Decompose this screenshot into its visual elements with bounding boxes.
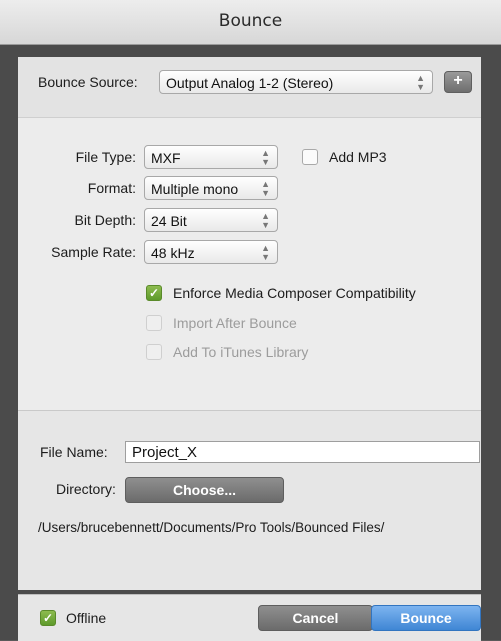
offline-checkbox[interactable]: ✓ (40, 610, 56, 626)
bounce-source-select[interactable]: Output Analog 1-2 (Stereo) ▲ ▼ (159, 70, 433, 94)
footer-bar: ✓ Offline Cancel Bounce (18, 594, 481, 641)
add-to-itunes-label: Add To iTunes Library (173, 344, 309, 360)
title-bar[interactable]: Bounce (0, 0, 501, 45)
choose-directory-button[interactable]: Choose... (125, 477, 284, 503)
output-panel: File Name: Project_X Directory: Choose..… (18, 410, 481, 590)
format-select[interactable]: Multiple mono ▲ ▼ (144, 176, 278, 200)
bounce-dialog: Bounce Bounce Source: Output Analog 1-2 … (0, 0, 501, 641)
format-value: Multiple mono (151, 181, 239, 197)
dropdown-arrow-icon: ▲ ▼ (261, 243, 270, 262)
file-type-select[interactable]: MXF ▲ ▼ (144, 145, 278, 169)
dropdown-arrow-icon: ▲ ▼ (416, 73, 425, 92)
file-name-value: Project_X (132, 444, 198, 461)
add-mp3-checkbox[interactable] (302, 149, 318, 165)
directory-path: /Users/brucebennett/Documents/Pro Tools/… (38, 520, 385, 535)
checkmark-icon: ✓ (148, 286, 160, 300)
bit-depth-label: Bit Depth: (74, 212, 136, 228)
sample-rate-select[interactable]: 48 kHz ▲ ▼ (144, 240, 278, 264)
import-after-bounce-label: Import After Bounce (173, 315, 297, 331)
dropdown-arrow-icon: ▲ ▼ (261, 148, 270, 167)
file-name-input[interactable]: Project_X (125, 441, 480, 463)
enforce-compatibility-label: Enforce Media Composer Compatibility (173, 285, 416, 301)
bit-depth-select[interactable]: 24 Bit ▲ ▼ (144, 208, 278, 232)
file-name-label: File Name: (40, 444, 108, 460)
bit-depth-value: 24 Bit (151, 213, 187, 229)
checkmark-icon: ✓ (42, 611, 54, 625)
offline-label: Offline (66, 610, 107, 626)
window-title: Bounce (218, 11, 283, 31)
sample-rate-value: 48 kHz (151, 245, 195, 261)
bounce-button[interactable]: Bounce (371, 605, 481, 631)
bounce-source-value: Output Analog 1-2 (Stereo) (166, 75, 334, 91)
add-mp3-label: Add MP3 (329, 149, 387, 165)
file-type-value: MXF (151, 150, 181, 166)
dropdown-arrow-icon: ▲ ▼ (261, 179, 270, 198)
source-panel: Bounce Source: Output Analog 1-2 (Stereo… (18, 57, 481, 117)
add-source-button[interactable]: + (444, 71, 472, 93)
format-label: Format: (87, 180, 136, 196)
enforce-compatibility-checkbox[interactable]: ✓ (146, 285, 162, 301)
file-type-label: File Type: (75, 149, 136, 165)
dropdown-arrow-icon: ▲ ▼ (261, 211, 270, 230)
add-to-itunes-checkbox[interactable] (146, 344, 162, 360)
bounce-source-label: Bounce Source: (38, 74, 138, 90)
directory-label: Directory: (56, 481, 116, 497)
cancel-button[interactable]: Cancel (258, 605, 373, 631)
settings-panel: File Type: MXF ▲ ▼ Add MP3 Format: Multip… (18, 117, 481, 410)
import-after-bounce-checkbox[interactable] (146, 315, 162, 331)
sample-rate-label: Sample Rate: (51, 244, 136, 260)
